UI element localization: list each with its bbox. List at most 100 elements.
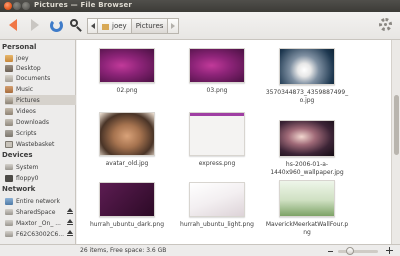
file-name: 03.png: [206, 87, 228, 94]
drive-icon: [5, 164, 13, 170]
gear-icon[interactable]: [379, 18, 392, 31]
sidebar-item-label: Scripts: [16, 129, 37, 137]
file-item[interactable]: hs-2006-01-a-1440x960_wallpaper.jpg: [265, 120, 349, 177]
back-button[interactable]: [5, 17, 21, 33]
downloads-folder-icon: [5, 118, 13, 126]
sidebar-item-label: F62C63002C6...: [16, 230, 65, 238]
image-thumbnail: [279, 180, 335, 217]
file-item[interactable]: express.png: [175, 112, 259, 168]
file-item[interactable]: 3570344873_4359887499_o.jpg: [265, 48, 349, 105]
zoom-in-icon[interactable]: [386, 247, 393, 254]
home-folder-icon: [5, 54, 13, 62]
breadcrumb-scroll-right[interactable]: [168, 18, 180, 34]
file-name: hs-2006-01-a-1440x960_wallpaper.jpg: [270, 161, 344, 176]
breadcrumb-item-pictures[interactable]: Pictures: [131, 18, 169, 34]
breadcrumb-label: joey: [112, 22, 127, 30]
sidebar-item-f62c[interactable]: F62C63002C6...: [5, 229, 76, 239]
home-folder-icon: [102, 24, 109, 30]
chevron-right-icon: [171, 23, 176, 29]
sidebar-item-label: Downloads: [16, 118, 49, 126]
toolbar: joey Pictures: [0, 12, 400, 40]
sidebar-item-label: Maxtor _On_ ...: [16, 219, 61, 227]
image-thumbnail: [99, 112, 155, 156]
image-thumbnail: [279, 120, 335, 157]
sidebar: Personal joey Desktop Documents Music Pi…: [0, 40, 76, 244]
breadcrumb-label: Pictures: [135, 22, 164, 30]
sidebar-item-videos[interactable]: Videos: [5, 106, 76, 116]
sidebar-item-label: Wastebasket: [16, 140, 55, 148]
file-grid: 02.png 03.png 3570344873_4359887499_o.jp…: [77, 40, 391, 244]
maximize-window-button[interactable]: [22, 2, 30, 10]
sidebar-item-label: floppy0: [16, 174, 39, 182]
eject-icon[interactable]: [67, 219, 73, 225]
sidebar-item-system[interactable]: System: [5, 162, 76, 172]
file-item[interactable]: hurrah_ubuntu_dark.png: [85, 182, 169, 229]
file-item[interactable]: 03.png: [175, 48, 259, 95]
window-title: Pictures — File Browser: [34, 1, 133, 9]
drive-icon: [5, 231, 13, 237]
image-thumbnail: [99, 48, 155, 83]
image-thumbnail: [99, 182, 155, 217]
file-name: MaverickMeerkatWallFour.png: [265, 221, 349, 236]
search-button[interactable]: [68, 17, 84, 33]
breadcrumb-item-home[interactable]: joey: [98, 18, 132, 34]
videos-folder-icon: [5, 107, 13, 115]
sidebar-item-label: Entire network: [16, 197, 60, 205]
sidebar-item-sharedspace[interactable]: SharedSpace: [5, 207, 76, 217]
minimize-window-button[interactable]: [13, 2, 21, 10]
sidebar-heading-network: Network: [2, 185, 36, 193]
desktop-folder-icon: [5, 64, 13, 72]
chevron-left-icon: [90, 23, 95, 29]
zoom-slider[interactable]: [338, 250, 378, 253]
sidebar-item-label: Music: [16, 85, 34, 93]
sidebar-item-downloads[interactable]: Downloads: [5, 117, 76, 127]
close-window-button[interactable]: [4, 2, 12, 10]
sidebar-item-maxtor[interactable]: Maxtor _On_ ...: [5, 218, 76, 228]
vertical-scrollbar[interactable]: [391, 40, 400, 244]
documents-folder-icon: [5, 74, 13, 82]
music-folder-icon: [5, 85, 13, 93]
scrollbar-thumb[interactable]: [394, 95, 399, 155]
breadcrumb-scroll-left[interactable]: [87, 18, 98, 34]
floppy-icon: [5, 174, 13, 182]
forward-arrow-icon: [31, 19, 39, 31]
file-name: avatar_old.jpg: [105, 160, 149, 167]
title-bar: Pictures — File Browser: [0, 0, 400, 12]
file-name: express.png: [198, 160, 236, 167]
folder-icon: [5, 129, 13, 137]
sidebar-item-scripts[interactable]: Scripts: [5, 128, 76, 138]
file-name: hurrah_ubuntu_light.png: [180, 221, 254, 228]
file-item[interactable]: MaverickMeerkatWallFour.png: [265, 180, 349, 237]
image-thumbnail: [189, 112, 245, 156]
reload-button[interactable]: [48, 17, 64, 33]
sidebar-item-label: joey: [16, 54, 29, 62]
file-name: 3570344873_4359887499_o.jpg: [265, 89, 349, 104]
reload-icon: [49, 18, 63, 32]
file-item[interactable]: hurrah_ubuntu_light.png: [175, 182, 259, 229]
zoom-slider-handle[interactable]: [346, 247, 354, 255]
sidebar-item-wastebasket[interactable]: Wastebasket: [5, 139, 76, 149]
sidebar-item-desktop[interactable]: Desktop: [5, 63, 76, 73]
sidebar-heading-devices: Devices: [2, 151, 33, 159]
image-thumbnail: [189, 48, 245, 83]
sidebar-item-documents[interactable]: Documents: [5, 73, 76, 83]
sidebar-item-label: System: [16, 163, 39, 171]
zoom-out-icon[interactable]: [328, 251, 333, 252]
sidebar-item-pictures[interactable]: Pictures: [5, 95, 76, 105]
trash-icon: [5, 140, 13, 148]
sidebar-item-floppy0[interactable]: floppy0: [5, 173, 76, 183]
eject-icon[interactable]: [67, 208, 73, 214]
sidebar-item-entire-network[interactable]: Entire network: [5, 196, 76, 206]
file-name: hurrah_ubuntu_dark.png: [89, 221, 165, 228]
back-arrow-icon: [9, 19, 17, 31]
sidebar-item-label: SharedSpace: [16, 208, 56, 216]
eject-icon[interactable]: [67, 230, 73, 236]
file-item[interactable]: 02.png: [85, 48, 169, 95]
forward-button[interactable]: [27, 17, 43, 33]
search-icon: [69, 18, 83, 32]
status-text: 26 items, Free space: 3.6 GB: [80, 247, 167, 254]
image-thumbnail: [189, 182, 245, 217]
sidebar-item-music[interactable]: Music: [5, 84, 76, 94]
sidebar-item-joey[interactable]: joey: [5, 53, 76, 63]
file-item[interactable]: avatar_old.jpg: [85, 112, 169, 168]
